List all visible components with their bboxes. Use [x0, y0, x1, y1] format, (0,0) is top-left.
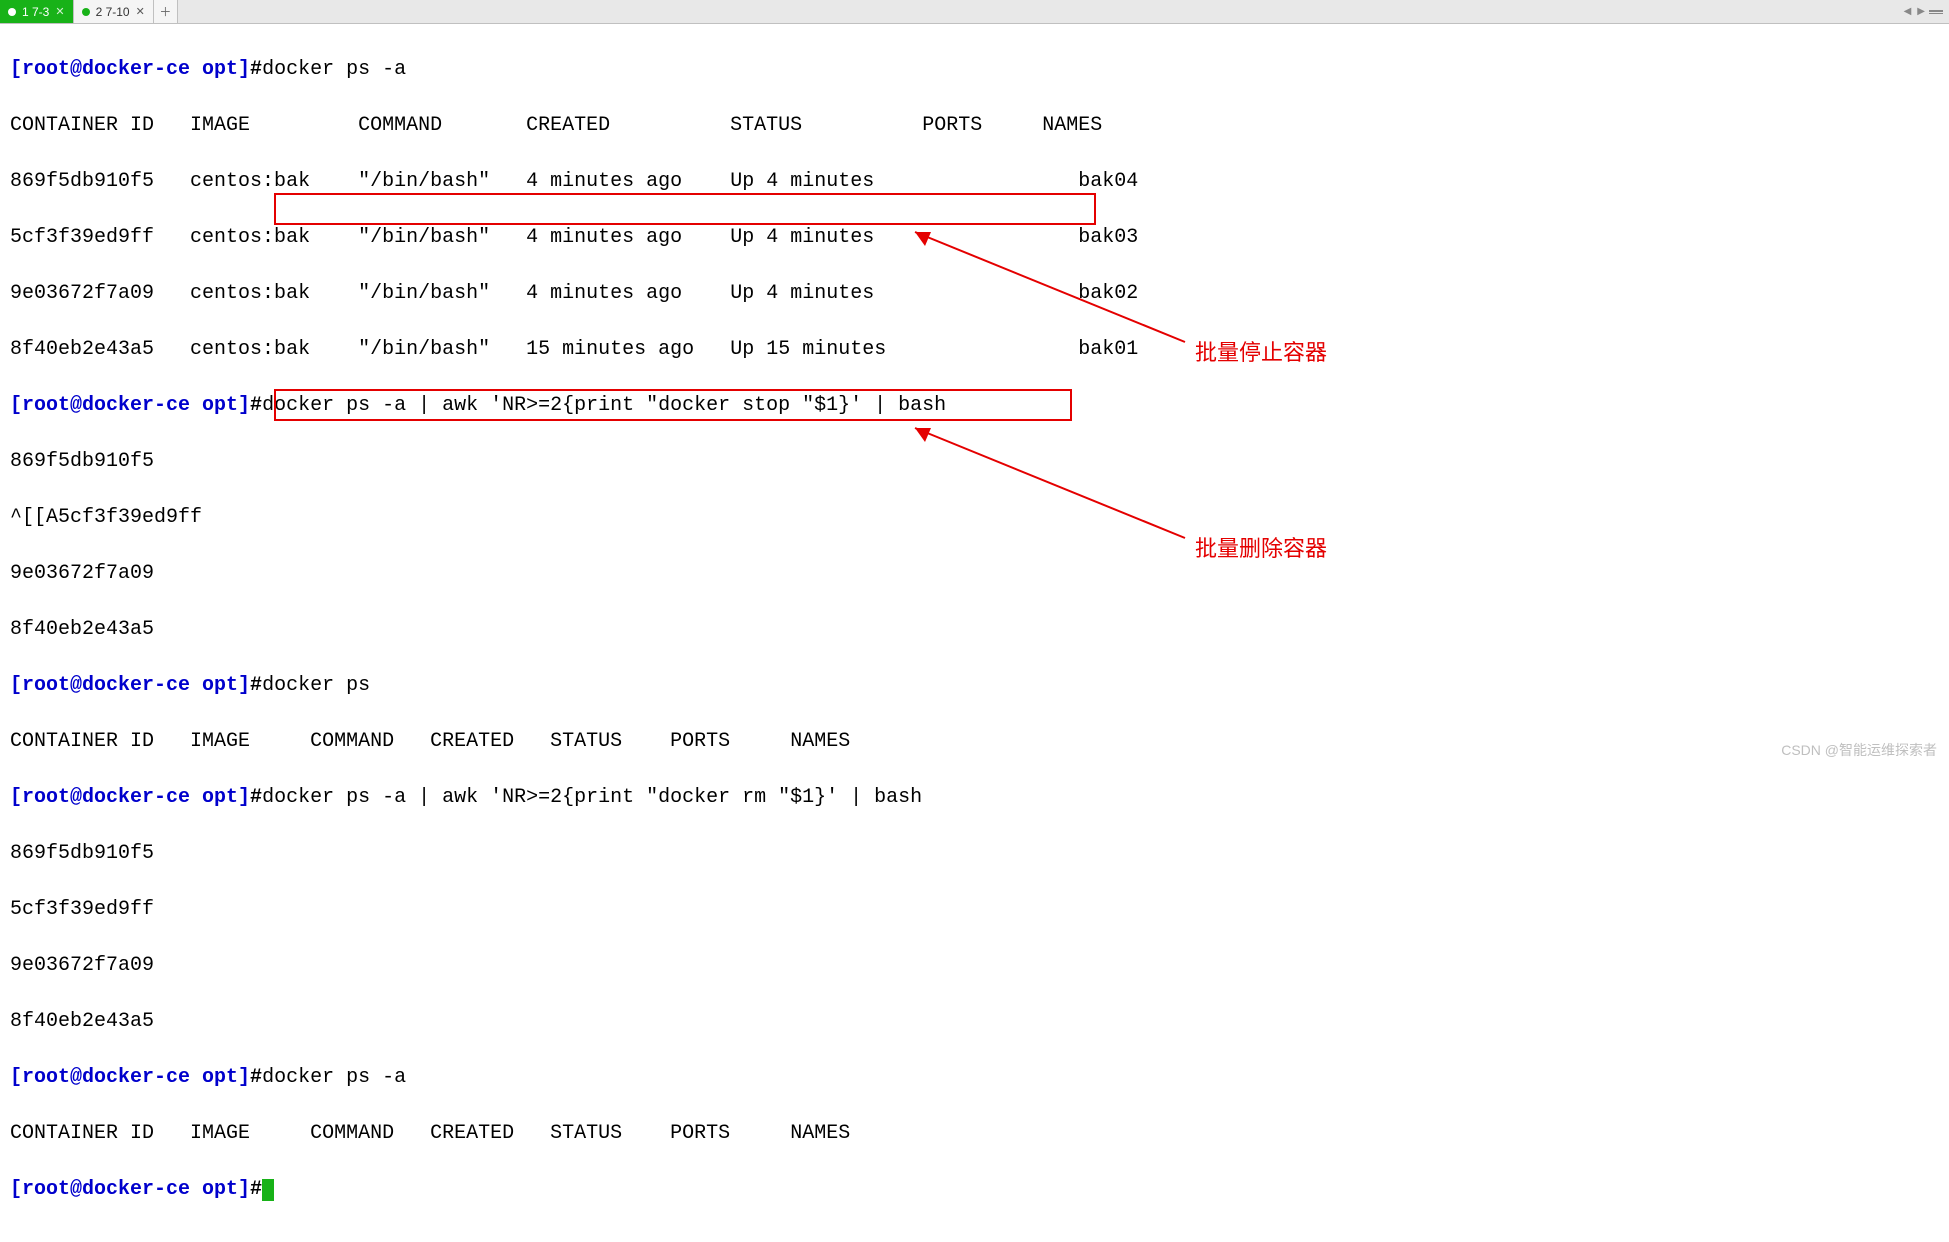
hash: # — [250, 786, 262, 809]
prompt: [root@docker-ce opt] — [10, 58, 250, 81]
prompt: [root@docker-ce opt] — [10, 1066, 250, 1089]
table-header: CONTAINER ID IMAGE COMMAND CREATED STATU… — [10, 728, 1939, 756]
table-row: 869f5db910f5 centos:bak "/bin/bash" 4 mi… — [10, 168, 1939, 196]
tab-label: 2 7-10 — [96, 5, 130, 19]
close-icon[interactable]: ✕ — [55, 5, 64, 18]
tab-bar: 1 7-3 ✕ 2 7-10 ✕ ＋ ◀ ▶ — [0, 0, 1949, 24]
status-dot-icon — [8, 8, 16, 16]
hash: # — [250, 58, 262, 81]
tab-label: 1 7-3 — [22, 5, 49, 19]
hash: # — [250, 674, 262, 697]
prompt: [root@docker-ce opt] — [10, 674, 250, 697]
watermark: CSDN @智能运维探索者 — [1781, 740, 1937, 760]
prompt: [root@docker-ce opt] — [10, 786, 250, 809]
output-line: 9e03672f7a09 — [10, 560, 1939, 588]
table-header: CONTAINER ID IMAGE COMMAND CREATED STATU… — [10, 1120, 1939, 1148]
command-text: docker ps -a | awk 'NR>=2{print "docker … — [262, 786, 922, 809]
prompt-line: [root@docker-ce opt]#docker ps -a — [10, 56, 1939, 84]
tab-2[interactable]: 2 7-10 ✕ — [74, 0, 154, 23]
prompt-line: [root@docker-ce opt]#docker ps -a | awk … — [10, 392, 1939, 420]
add-tab-button[interactable]: ＋ — [154, 0, 178, 23]
prompt-line: [root@docker-ce opt]# — [10, 1176, 1939, 1204]
output-line: 8f40eb2e43a5 — [10, 1008, 1939, 1036]
command-text: docker ps -a — [262, 1066, 406, 1089]
close-icon[interactable]: ✕ — [136, 5, 145, 18]
hash: # — [250, 394, 262, 417]
output-line: 5cf3f39ed9ff — [10, 896, 1939, 924]
scroll-left-icon[interactable]: ◀ — [1902, 6, 1914, 17]
output-line: 869f5db910f5 — [10, 448, 1939, 476]
output-line: 869f5db910f5 — [10, 840, 1939, 868]
table-header: CONTAINER ID IMAGE COMMAND CREATED STATU… — [10, 112, 1939, 140]
output-line: 9e03672f7a09 — [10, 952, 1939, 980]
status-dot-icon — [82, 8, 90, 16]
tabbar-controls: ◀ ▶ — [1902, 0, 1949, 23]
command-text: docker ps — [262, 674, 370, 697]
table-row: 8f40eb2e43a5 centos:bak "/bin/bash" 15 m… — [10, 336, 1939, 364]
hash: # — [250, 1066, 262, 1089]
prompt-line: [root@docker-ce opt]#docker ps — [10, 672, 1939, 700]
annotation-stop: 批量停止容器 — [1195, 335, 1327, 367]
command-text: docker ps -a | awk 'NR>=2{print "docker … — [262, 394, 946, 417]
annotation-rm: 批量删除容器 — [1195, 531, 1327, 563]
output-line: 8f40eb2e43a5 — [10, 616, 1939, 644]
menu-icon[interactable] — [1929, 10, 1943, 14]
tab-1[interactable]: 1 7-3 ✕ — [0, 0, 74, 23]
command-text: docker ps -a — [262, 58, 406, 81]
prompt: [root@docker-ce opt] — [10, 394, 250, 417]
table-row: 5cf3f39ed9ff centos:bak "/bin/bash" 4 mi… — [10, 224, 1939, 252]
prompt-line: [root@docker-ce opt]#docker ps -a — [10, 1064, 1939, 1092]
prompt: [root@docker-ce opt] — [10, 1178, 250, 1201]
output-line: ^[[A5cf3f39ed9ff — [10, 504, 1939, 532]
scroll-right-icon[interactable]: ▶ — [1915, 6, 1927, 17]
hash: # — [250, 1178, 262, 1201]
cursor-block — [262, 1179, 274, 1201]
prompt-line: [root@docker-ce opt]#docker ps -a | awk … — [10, 784, 1939, 812]
terminal-output[interactable]: [root@docker-ce opt]#docker ps -a CONTAI… — [0, 24, 1949, 1242]
table-row: 9e03672f7a09 centos:bak "/bin/bash" 4 mi… — [10, 280, 1939, 308]
